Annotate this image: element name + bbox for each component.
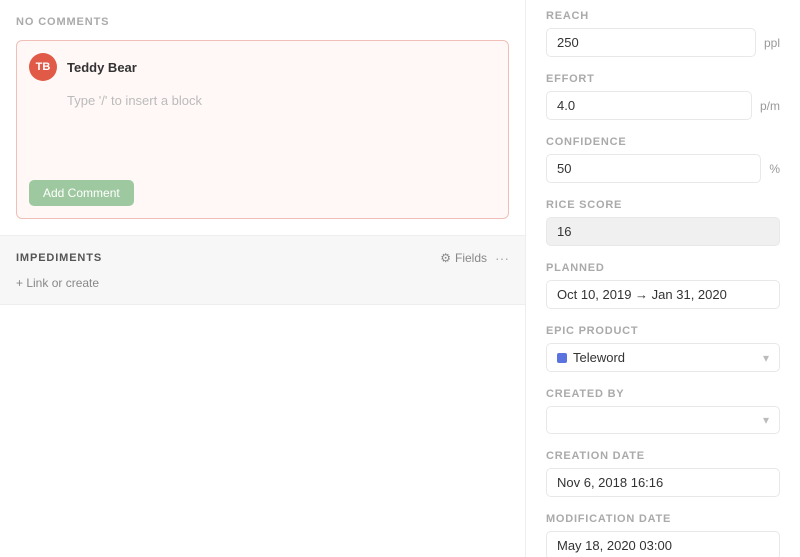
modification-date-field-group: MODIFICATION DATE [546, 513, 780, 557]
confidence-label: CONFIDENCE [546, 136, 780, 148]
creation-date-input[interactable] [546, 468, 780, 497]
chevron-down-icon: ▾ [763, 351, 769, 365]
effort-unit: p/m [760, 99, 780, 113]
reach-unit: ppl [764, 36, 780, 50]
effort-label: EFFORT [546, 73, 780, 85]
confidence-unit: % [769, 162, 780, 176]
rice-score-label: RICE SCORE [546, 199, 780, 211]
effort-input[interactable] [546, 91, 752, 120]
more-options-button[interactable]: ··· [495, 250, 509, 266]
reach-label: REACH [546, 10, 780, 22]
effort-field-group: EFFORT p/m [546, 73, 780, 120]
epic-dot-icon [557, 353, 567, 363]
comments-section: NO COMMENTS TB Teddy Bear Type '/' to in… [0, 0, 525, 236]
comment-author-row: TB Teddy Bear [29, 53, 496, 81]
planned-input[interactable] [546, 280, 780, 309]
rice-score-field-group: RICE SCORE 16 [546, 199, 780, 246]
created-by-field-group: CREATED BY ▾ [546, 388, 780, 434]
epic-name: Teleword [573, 350, 625, 365]
reach-input-row: ppl [546, 28, 780, 57]
add-comment-button[interactable]: Add Comment [29, 180, 134, 206]
left-panel: NO COMMENTS TB Teddy Bear Type '/' to in… [0, 0, 525, 557]
modification-date-input[interactable] [546, 531, 780, 557]
reach-input[interactable] [546, 28, 756, 57]
created-by-chevron-icon: ▾ [763, 413, 769, 427]
comment-placeholder[interactable]: Type '/' to insert a block [29, 89, 496, 168]
comments-section-title: NO COMMENTS [16, 16, 509, 28]
link-create-button[interactable]: + Link or create [16, 276, 509, 290]
fields-button[interactable]: ⚙ Fields [440, 251, 487, 265]
confidence-field-group: CONFIDENCE % [546, 136, 780, 183]
rice-score-value: 16 [546, 217, 780, 246]
filter-icon: ⚙ [440, 251, 451, 265]
modification-date-label: MODIFICATION DATE [546, 513, 780, 525]
impediments-actions: ⚙ Fields ··· [440, 250, 509, 266]
right-panel: REACH ppl EFFORT p/m CONFIDENCE % RICE S… [525, 0, 800, 557]
epic-product-field-group: EPIC PRODUCT Teleword ▾ [546, 325, 780, 372]
created-by-select[interactable]: ▾ [546, 406, 780, 434]
creation-date-field-group: CREATION DATE [546, 450, 780, 497]
fields-label: Fields [455, 251, 487, 265]
author-name: Teddy Bear [67, 60, 137, 75]
confidence-input-row: % [546, 154, 780, 183]
impediments-title: IMPEDIMENTS [16, 252, 102, 264]
effort-input-row: p/m [546, 91, 780, 120]
impediments-section: IMPEDIMENTS ⚙ Fields ··· + Link or creat… [0, 236, 525, 305]
epic-product-select-inner: Teleword [557, 350, 625, 365]
avatar: TB [29, 53, 57, 81]
planned-field-group: PLANNED [546, 262, 780, 309]
creation-date-label: CREATION DATE [546, 450, 780, 462]
epic-product-select[interactable]: Teleword ▾ [546, 343, 780, 372]
epic-product-label: EPIC PRODUCT [546, 325, 780, 337]
planned-label: PLANNED [546, 262, 780, 274]
impediments-header: IMPEDIMENTS ⚙ Fields ··· [16, 250, 509, 266]
created-by-label: CREATED BY [546, 388, 780, 400]
reach-field-group: REACH ppl [546, 10, 780, 57]
comment-box: TB Teddy Bear Type '/' to insert a block… [16, 40, 509, 219]
confidence-input[interactable] [546, 154, 761, 183]
